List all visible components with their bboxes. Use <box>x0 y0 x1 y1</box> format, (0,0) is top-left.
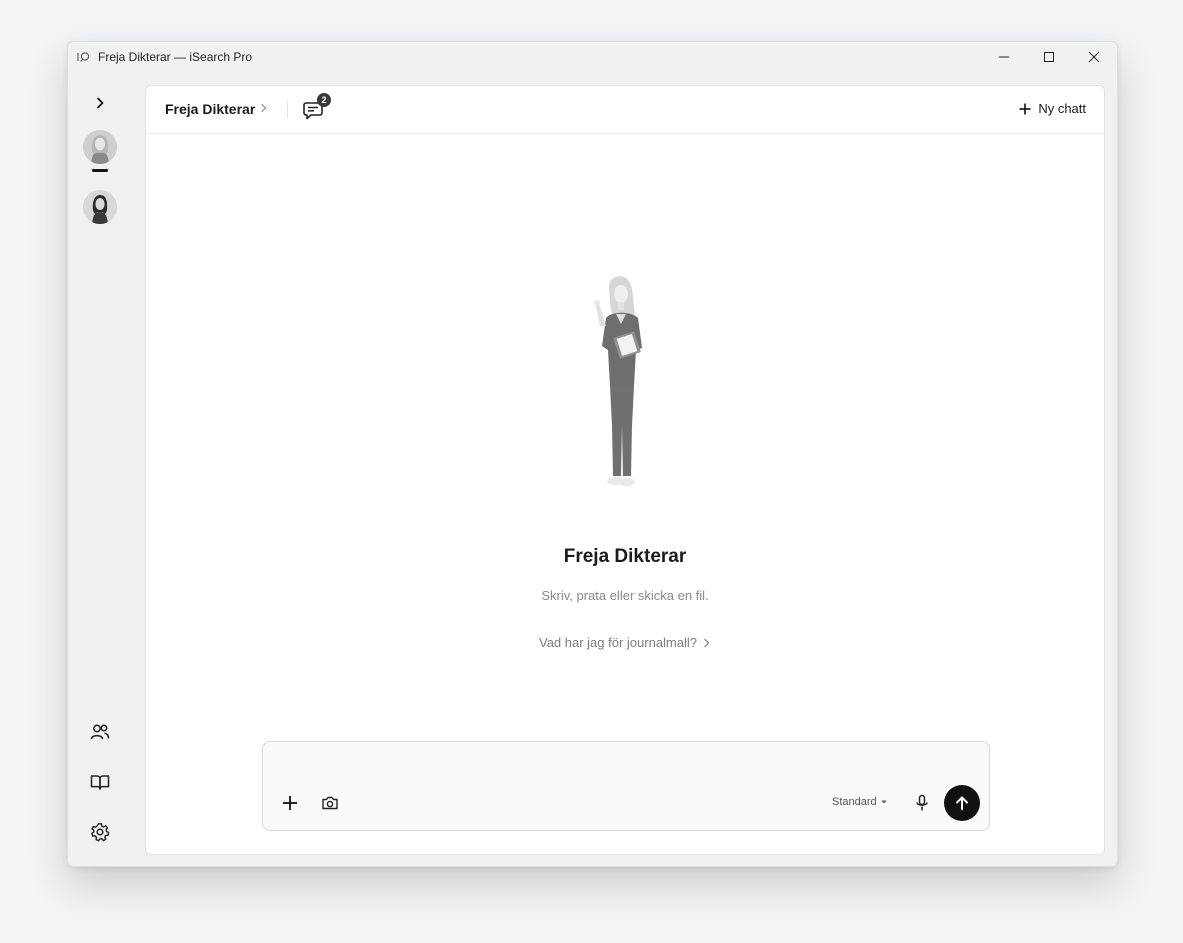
microphone-icon <box>916 794 928 811</box>
sidebar <box>68 72 145 866</box>
gear-icon <box>91 823 110 842</box>
sidebar-item-users[interactable] <box>86 718 114 746</box>
breadcrumb[interactable]: Freja Dikterar <box>165 101 255 117</box>
persona-subtitle: Skriv, prata eller skicka en fil. <box>541 588 709 603</box>
minimize-icon <box>999 56 1009 58</box>
expand-sidebar-button[interactable] <box>86 89 114 117</box>
persona-title: Freja Dikterar <box>563 546 687 567</box>
persona-illustration <box>594 276 642 486</box>
suggestion-prompt[interactable]: Vad har jag för journalmall? <box>146 635 1104 650</box>
users-icon <box>90 724 110 740</box>
persona-avatar-freja[interactable] <box>83 130 117 164</box>
mode-dropdown[interactable]: Standard <box>832 796 887 808</box>
microphone-button[interactable] <box>909 790 935 816</box>
panel-header: Freja Dikterar 2 Ny chatt <box>146 86 1104 134</box>
camera-button[interactable] <box>317 790 343 816</box>
minimize-button[interactable] <box>981 42 1027 72</box>
send-button[interactable] <box>944 785 980 821</box>
chevron-right-icon <box>97 97 104 109</box>
attach-button[interactable] <box>277 790 303 816</box>
plus-icon <box>1019 103 1031 114</box>
persona-portrait-icon <box>83 190 117 224</box>
sidebar-item-library[interactable] <box>86 768 114 796</box>
window-title: Freja Dikterar — iSearch Pro <box>98 50 253 64</box>
close-icon <box>1088 51 1100 63</box>
suggestion-label: Vad har jag för journalmall? <box>538 635 697 650</box>
camera-icon <box>322 796 338 810</box>
maximize-button[interactable] <box>1026 42 1072 72</box>
header-divider <box>287 101 288 118</box>
plus-icon <box>283 796 297 810</box>
sidebar-item-settings[interactable] <box>86 818 114 846</box>
app-window: Freja Dikterar — iSearch Pro Freja Dikte… <box>67 41 1118 867</box>
main-panel: Freja Dikterar 2 Ny chatt Freja Dikterar… <box>145 85 1105 855</box>
message-composer: Standard <box>262 741 990 831</box>
maximize-icon <box>1044 52 1054 62</box>
chevron-right-icon <box>704 638 710 647</box>
title-bar: Freja Dikterar — iSearch Pro <box>68 42 1117 72</box>
message-input[interactable] <box>277 752 975 782</box>
close-button[interactable] <box>1071 42 1117 72</box>
persona-avatar-2[interactable] <box>83 190 117 224</box>
new-chat-label: Ny chatt <box>1038 101 1086 116</box>
mode-label: Standard <box>832 796 877 808</box>
chat-count-badge: 2 <box>317 93 331 107</box>
app-logo-icon <box>77 52 90 62</box>
arrow-up-icon <box>956 796 968 810</box>
caret-down-icon <box>881 800 887 804</box>
chevron-right-icon <box>261 103 267 113</box>
persona-portrait-icon <box>83 130 117 164</box>
new-chat-button[interactable]: Ny chatt <box>1019 101 1086 116</box>
active-persona-indicator <box>92 169 108 172</box>
book-icon <box>90 775 110 790</box>
